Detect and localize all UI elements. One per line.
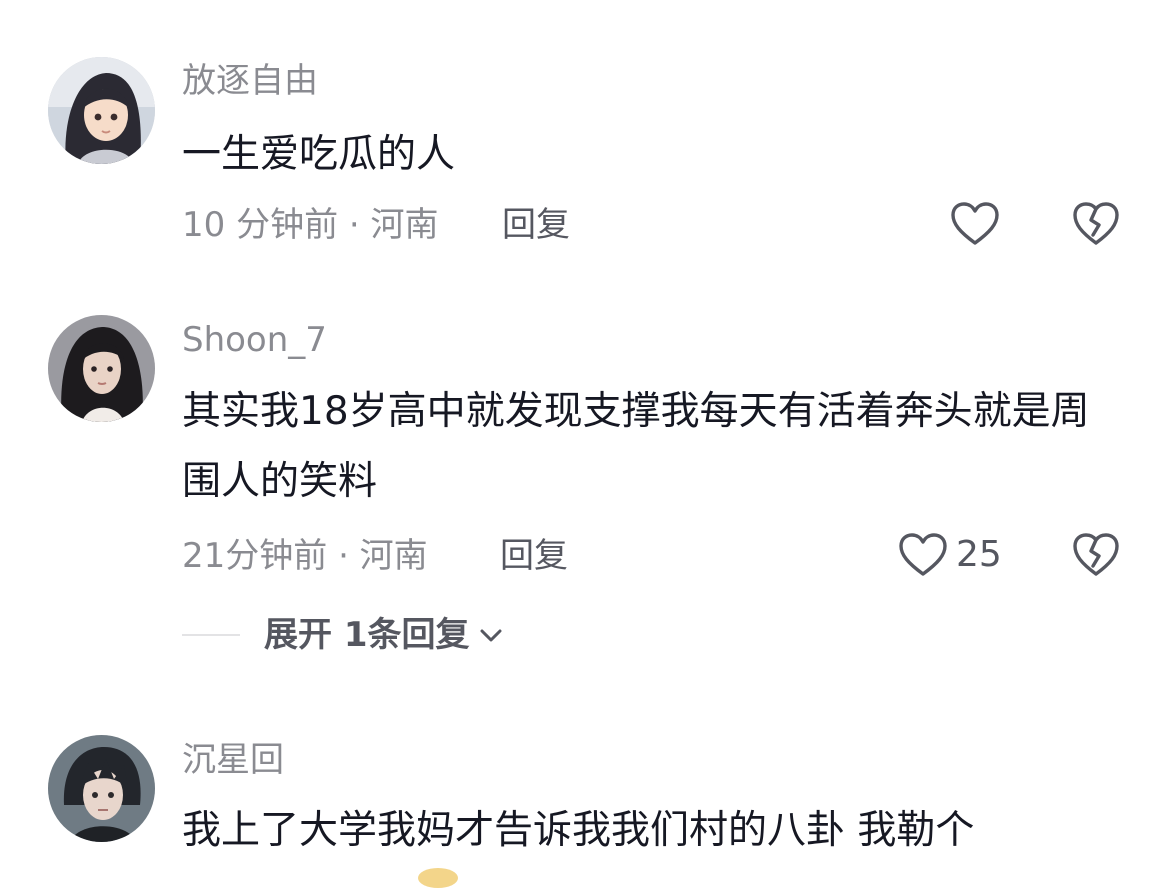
- username[interactable]: 沉星回: [182, 740, 284, 780]
- heart-outline-icon: [899, 533, 947, 576]
- dislike-button[interactable]: [1072, 532, 1120, 578]
- expand-replies-button[interactable]: 展开 1条回复: [182, 615, 504, 655]
- broken-heart-icon: [1073, 202, 1119, 245]
- avatar[interactable]: [48, 735, 155, 842]
- reply-button[interactable]: 回复: [500, 536, 568, 576]
- avatar-anime-boy-icon: [48, 735, 155, 842]
- divider: [182, 634, 240, 636]
- username[interactable]: Shoon_7: [182, 320, 327, 360]
- chevron-down-icon: [478, 625, 504, 645]
- comment-text: 我上了大学我妈才告诉我我们村的八卦 我勒个: [182, 808, 975, 853]
- expand-replies-label: 展开 1条回复: [264, 615, 470, 655]
- like-button[interactable]: [950, 201, 1000, 247]
- broken-heart-icon: [1073, 533, 1119, 576]
- like-count: 25: [956, 534, 1002, 575]
- avatar-woman-photo-icon: [48, 315, 155, 422]
- comment-text: 一生爱吃瓜的人: [182, 132, 456, 177]
- dislike-button[interactable]: [1072, 201, 1120, 247]
- comment-meta: 10 分钟前 · 河南: [182, 205, 439, 245]
- comment-text: 其实我18岁高中就发现支撑我每天有活着奔头就是周围人的笑料: [182, 389, 1090, 504]
- avatar[interactable]: [48, 57, 155, 164]
- reaction-emoji-icon: [418, 868, 458, 888]
- comment-meta: 21分钟前 · 河南: [182, 536, 428, 576]
- avatar-anime-girl-icon: [48, 57, 155, 164]
- avatar[interactable]: [48, 315, 155, 422]
- reply-button[interactable]: 回复: [502, 205, 570, 245]
- like-button[interactable]: 25: [898, 532, 1002, 578]
- heart-outline-icon: [951, 202, 999, 245]
- username[interactable]: 放逐自由: [182, 61, 318, 101]
